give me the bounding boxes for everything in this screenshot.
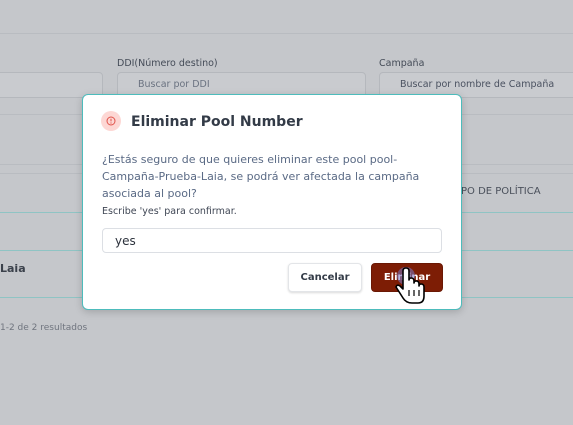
confirm-hint: Escribe 'yes' para confirmar. [102, 206, 237, 217]
campaign-label: Campaña [379, 58, 425, 69]
cancel-button[interactable]: Cancelar [288, 263, 362, 292]
delete-pool-modal: Eliminar Pool Number ¿Estás seguro de qu… [82, 94, 462, 310]
divider [0, 33, 573, 34]
table-header-policy: PO DE POLÍTICA [461, 186, 541, 197]
ddi-label: DDI(Número destino) [117, 58, 218, 69]
warning-icon [101, 111, 121, 131]
pagination-results: 1-2 de 2 resultados [0, 323, 88, 333]
confirm-input[interactable] [102, 228, 442, 253]
modal-title: Eliminar Pool Number [131, 114, 303, 130]
modal-message: ¿Estás seguro de que quieres eliminar es… [102, 153, 420, 200]
table-row-name: Laia [0, 262, 26, 275]
delete-button[interactable]: Eliminar [371, 263, 443, 292]
